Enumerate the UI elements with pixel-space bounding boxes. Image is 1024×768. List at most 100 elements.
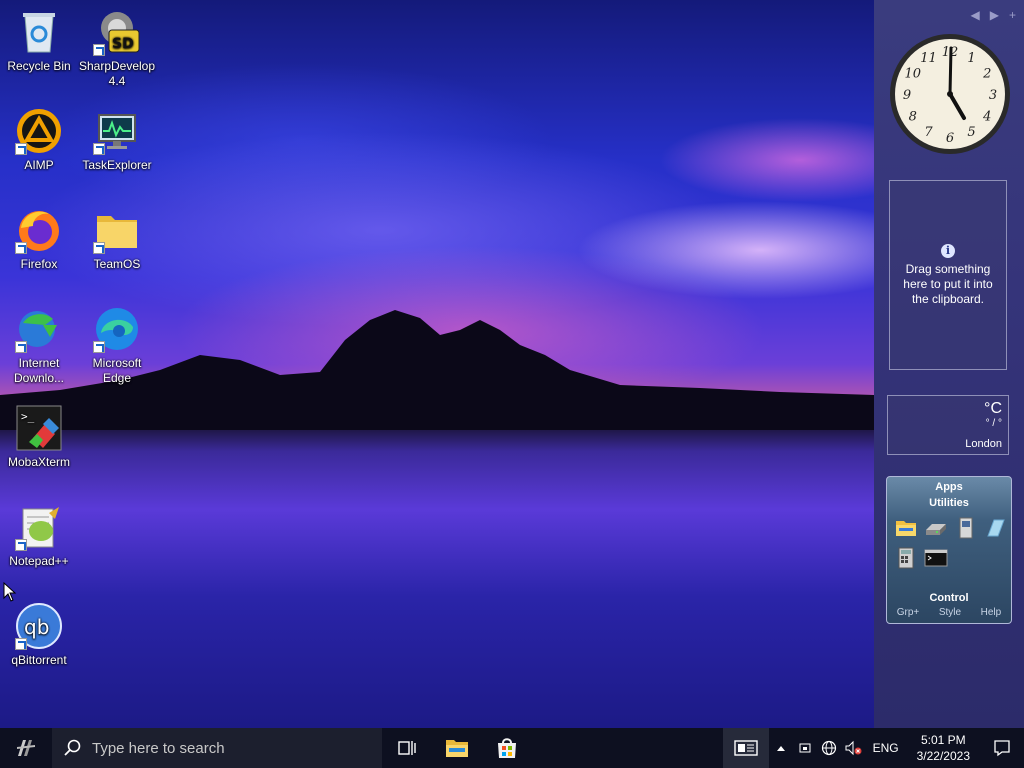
desktop-icon-label: MobaXterm xyxy=(7,455,71,469)
qbittorrent-icon: qb xyxy=(15,602,63,650)
windows-start-icon xyxy=(17,740,35,756)
desktop-icon-taskexplorer[interactable]: TaskExplorer xyxy=(78,101,156,191)
taskbar-date: 3/22/2023 xyxy=(916,749,970,763)
apps-grp-plus-link[interactable]: Grp+ xyxy=(897,607,920,618)
desktop-icon-recycle-bin[interactable]: Recycle Bin xyxy=(0,2,78,92)
desktop-icon-teamos[interactable]: TeamOS xyxy=(78,200,156,290)
notifications-button[interactable] xyxy=(980,728,1024,768)
taskbar-search-box[interactable] xyxy=(52,728,382,768)
desktop-icon-label: Firefox xyxy=(20,257,58,271)
chevron-up-icon xyxy=(776,746,785,751)
svg-text:>_: >_ xyxy=(21,410,35,423)
search-icon xyxy=(64,739,81,756)
volume-muted-icon xyxy=(845,740,862,756)
lake-reflection xyxy=(0,430,874,728)
show-hidden-icons-button[interactable] xyxy=(769,728,793,768)
folder-icon xyxy=(93,206,141,254)
apps-control-links: Grp+ Style Help xyxy=(887,607,1011,618)
desktop-icon-label: AIMP xyxy=(24,158,54,172)
sidebar-controls: ◀ ▶ + xyxy=(971,8,1016,22)
clock-numeral: 8 xyxy=(909,110,917,125)
recycle-bin-icon xyxy=(15,8,63,56)
clipboard-gadget[interactable]: i Drag something here to put it into the… xyxy=(889,180,1007,370)
taskbar-file-explorer-button[interactable] xyxy=(432,728,482,768)
clock-gadget[interactable]: 121234567891011 xyxy=(888,32,1012,156)
desktop-icon-label: Internet Downlo... xyxy=(13,356,65,385)
clock-minute-hand xyxy=(948,46,953,96)
clock-numeral: 7 xyxy=(924,125,933,140)
store-icon xyxy=(498,738,516,758)
apps-control-label[interactable]: Control xyxy=(887,591,1011,605)
taskbar-time: 5:01 PM xyxy=(920,733,966,747)
apps-grid xyxy=(887,510,1011,576)
gadget-sidebar: ◀ ▶ + 121234567891011 i Drag something h… xyxy=(874,0,1024,728)
sidebar-prev-button[interactable]: ◀ xyxy=(971,8,980,22)
apps-style-link[interactable]: Style xyxy=(939,607,961,618)
glass-icon[interactable] xyxy=(984,516,1008,540)
sidebar-next-button[interactable]: ▶ xyxy=(990,8,999,22)
apps-title[interactable]: Apps xyxy=(887,477,1011,494)
input-language-button[interactable]: ENG xyxy=(865,741,907,755)
mobaxterm-icon: >_ xyxy=(15,404,63,452)
search-input[interactable] xyxy=(92,739,362,757)
calculator-icon[interactable] xyxy=(894,546,918,570)
taskbar-clock[interactable]: 5:01 PM 3/22/2023 xyxy=(907,732,980,764)
taskbar: ENG 5:01 PM 3/22/2023 xyxy=(0,728,1024,768)
svg-text:qb: qb xyxy=(24,615,49,639)
apps-help-link[interactable]: Help xyxy=(981,607,1002,618)
clock-numeral: 11 xyxy=(920,51,937,66)
device-icon[interactable] xyxy=(954,516,978,540)
desktop-icon-label: qBittorrent xyxy=(11,653,67,667)
desktop-icon-label: Notepad++ xyxy=(9,554,69,568)
apps-gadget: Apps Utilities Control Grp+ Style Help xyxy=(886,476,1012,624)
taskexplorer-icon xyxy=(93,107,141,155)
sharpdevelop-icon: SD xyxy=(93,8,141,56)
clock-numeral: 2 xyxy=(982,67,991,82)
notepadpp-icon xyxy=(15,503,63,551)
firefox-icon xyxy=(15,206,63,254)
taskbar-store-button[interactable] xyxy=(482,728,532,768)
file-explorer-icon xyxy=(446,740,468,757)
volume-button[interactable] xyxy=(841,728,865,768)
clock-numeral: 6 xyxy=(946,131,954,146)
desktop-icon-aimp[interactable]: AIMP xyxy=(0,101,78,191)
network-button[interactable] xyxy=(817,728,841,768)
clock-numeral: 5 xyxy=(967,125,975,140)
apps-group[interactable]: Utilities xyxy=(887,496,1011,510)
desktop-icon-internet-download-manager[interactable]: Internet Downlo... xyxy=(0,299,78,389)
tray-device-button[interactable] xyxy=(793,728,817,768)
clipboard-hint: Drag something here to put it into the c… xyxy=(903,261,993,306)
desktop-icon-notepadpp[interactable]: Notepad++ xyxy=(0,497,78,587)
notification-icon xyxy=(994,740,1010,757)
desktop-icon-label: Recycle Bin xyxy=(7,59,71,73)
device-tray-icon xyxy=(799,743,811,753)
desktop-icon-label: Microsoft Edge xyxy=(92,356,142,385)
clock-numeral: 1 xyxy=(967,51,975,66)
desktop-icon-label: TaskExplorer xyxy=(82,158,152,172)
news-icon xyxy=(733,740,758,756)
weather-unit: °C xyxy=(984,400,1002,417)
drive-icon[interactable] xyxy=(924,516,948,540)
task-view-button[interactable] xyxy=(382,728,432,768)
weather-gadget[interactable]: °C ° / ° London xyxy=(887,395,1009,455)
desktop-icon-label: SharpDevelop 4.4 xyxy=(78,59,156,88)
clock-numeral: 10 xyxy=(904,67,921,82)
news-and-interests-button[interactable] xyxy=(722,728,769,768)
weather-range: ° / ° xyxy=(985,418,1002,429)
clock-numeral: 9 xyxy=(903,88,911,103)
desktop-icon-qbittorrent[interactable]: qb qBittorrent xyxy=(0,596,78,686)
start-button[interactable] xyxy=(0,728,52,768)
desktop-icon-sharpdevelop[interactable]: SD SharpDevelop 4.4 xyxy=(78,2,156,92)
aimp-icon xyxy=(15,107,63,155)
clock-numeral: 4 xyxy=(982,110,991,125)
console-icon[interactable] xyxy=(924,546,948,570)
desktop-icon-firefox[interactable]: Firefox xyxy=(0,200,78,290)
desktop-icon-label: TeamOS xyxy=(93,257,141,271)
edge-icon xyxy=(93,305,141,353)
globe-icon xyxy=(821,740,836,756)
info-icon: i xyxy=(941,243,955,258)
desktop-icon-mobaxterm[interactable]: >_ MobaXterm xyxy=(0,398,78,488)
desktop-icon-microsoft-edge[interactable]: Microsoft Edge xyxy=(78,299,156,389)
explorer-icon[interactable] xyxy=(894,516,918,540)
sidebar-add-gadget-button[interactable]: + xyxy=(1009,8,1016,22)
